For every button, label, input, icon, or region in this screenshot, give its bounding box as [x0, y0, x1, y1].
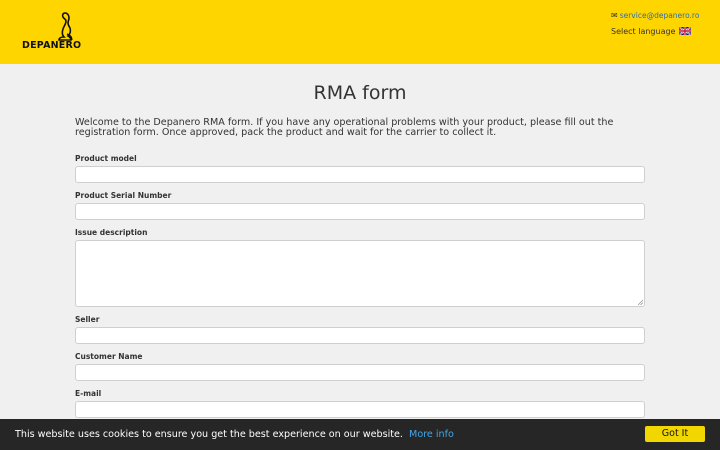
email-row: ✉ service@depanero.ro [611, 10, 699, 20]
product-model-input[interactable] [75, 166, 645, 183]
cookie-consent-bar: This website uses cookies to ensure you … [0, 419, 720, 450]
serial-number-input[interactable] [75, 203, 645, 220]
resize-handle-icon[interactable] [637, 299, 644, 306]
intro-text: Welcome to the Depanero RMA form. If you… [75, 117, 614, 138]
select-language-label: Select language [611, 26, 676, 36]
cookie-message: This website uses cookies to ensure you … [15, 429, 403, 440]
customer-name-input[interactable] [75, 364, 645, 381]
customer-name-label: Customer Name [75, 352, 143, 361]
page-title: RMA form [313, 82, 407, 104]
more-info-link[interactable]: More info [409, 429, 454, 440]
issue-description-textarea[interactable] [75, 240, 645, 307]
envelope-icon: ✉ [611, 10, 618, 20]
lemur-logo-icon [58, 12, 73, 41]
cookie-message-row: This website uses cookies to ensure you … [15, 429, 454, 440]
product-model-label: Product model [75, 154, 137, 163]
email-input[interactable] [75, 401, 645, 418]
site-header: DEPANERO ✉ service@depanero.ro Select la… [0, 0, 720, 64]
got-it-button[interactable]: Got It [645, 426, 705, 442]
email-link[interactable]: service@depanero.ro [620, 11, 700, 20]
seller-input[interactable] [75, 327, 645, 344]
depanero-logo[interactable]: DEPANERO [22, 12, 82, 52]
uk-flag-icon[interactable] [679, 27, 692, 35]
issue-description-label: Issue description [75, 228, 148, 237]
logo-wordmark: DEPANERO [22, 40, 82, 51]
header-contact: ✉ service@depanero.ro Select language [611, 10, 699, 36]
language-selector[interactable]: Select language [611, 26, 699, 36]
serial-number-label: Product Serial Number [75, 191, 172, 200]
email-label: E-mail [75, 389, 102, 398]
seller-label: Seller [75, 315, 100, 324]
